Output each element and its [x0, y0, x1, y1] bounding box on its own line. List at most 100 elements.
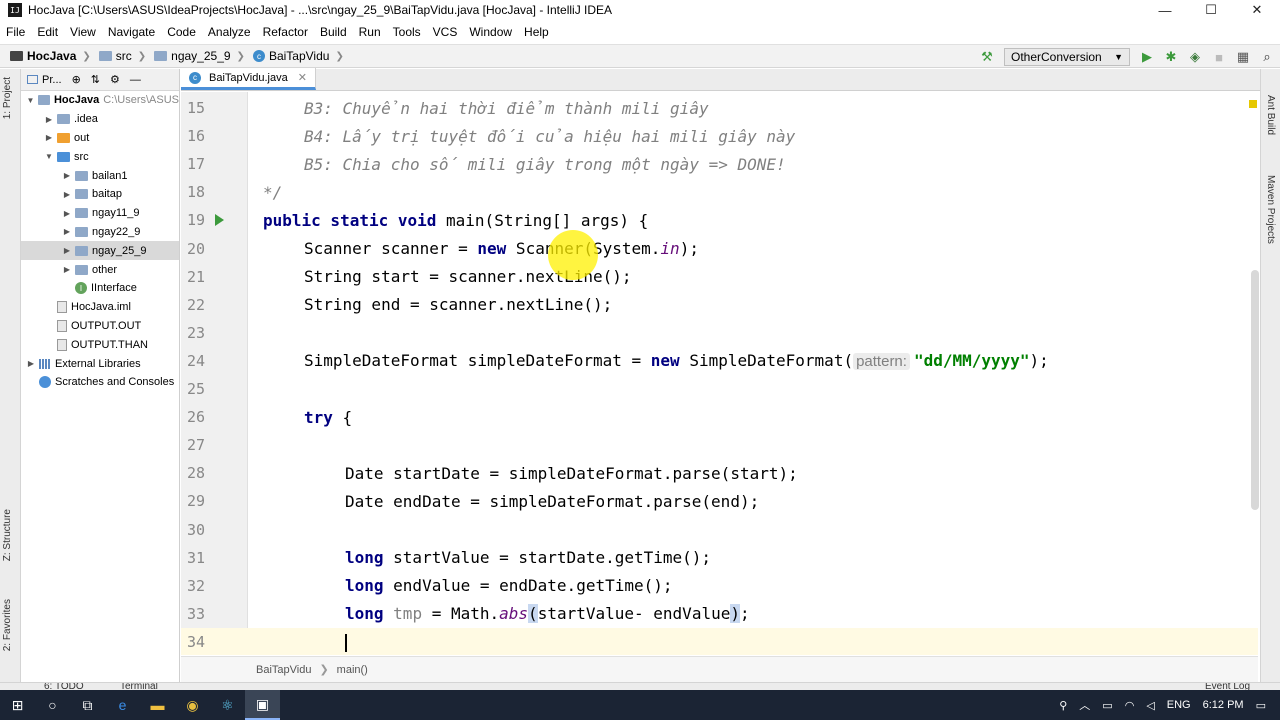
coverage-icon[interactable]: ◈ [1188, 49, 1202, 64]
code-line[interactable]: 33 long tmp = Math.abs(startValue- endVal… [181, 600, 1258, 628]
code-line[interactable]: 26 try { [181, 403, 1258, 431]
collapsed-arrow-icon[interactable]: ▶ [61, 227, 73, 236]
wifi-icon[interactable]: ◠ [1125, 699, 1135, 712]
menu-refactor[interactable]: Refactor [257, 25, 314, 39]
debug-icon[interactable]: ✱ [1164, 49, 1178, 64]
expanded-arrow-icon[interactable]: ▼ [25, 96, 36, 105]
code-line[interactable]: 17 B5: Chia cho số mili giây trong một ng… [181, 150, 1258, 178]
panel-title[interactable]: Pr... [42, 74, 62, 86]
editor-tab-baitapvidu[interactable]: c BaiTapVidu.java ✕ [181, 68, 316, 90]
volume-icon[interactable]: ◁ [1146, 699, 1154, 712]
close-icon[interactable]: ✕ [1234, 0, 1280, 20]
code-line[interactable]: 18 */ [181, 178, 1258, 206]
code-line[interactable]: 24 SimpleDateFormat simpleDateFormat = ne… [181, 347, 1258, 375]
structure-tool-tab[interactable]: Z: Structure [2, 509, 13, 561]
project-tool-tab[interactable]: 1: Project [2, 77, 13, 119]
code-line[interactable]: 19 public static void main(String[] args)… [181, 206, 1258, 234]
nav-crumb-class[interactable]: c BaiTapVidu ❯ [249, 49, 348, 63]
run-icon[interactable]: ▶ [1140, 49, 1154, 64]
gear-icon[interactable]: ⚙ [110, 73, 120, 86]
notifications-icon[interactable]: ▭ [1256, 699, 1266, 712]
menu-build[interactable]: Build [314, 25, 353, 39]
tree-item[interactable]: ▶ baitap [21, 185, 179, 204]
run-gutter-icon[interactable] [215, 214, 224, 227]
code-line[interactable]: 23 [181, 319, 1258, 347]
tree-item[interactable]: ▼ src [21, 147, 179, 166]
menu-tools[interactable]: Tools [387, 25, 427, 39]
menu-edit[interactable]: Edit [31, 25, 64, 39]
hammer-build-icon[interactable]: ⚒ [980, 49, 994, 64]
collapsed-arrow-icon[interactable]: ▶ [61, 171, 73, 180]
event-log-tool-tab[interactable]: Event Log [1205, 683, 1250, 690]
nav-crumb-project[interactable]: HocJava ❯ [6, 49, 95, 63]
tree-item[interactable]: ▶ .idea [21, 110, 179, 129]
language-indicator[interactable]: ENG [1167, 699, 1191, 711]
warning-marker-icon[interactable] [1249, 100, 1257, 108]
nav-crumb-package[interactable]: ngay_25_9 ❯ [150, 49, 249, 63]
collapse-icon[interactable]: ⇅ [91, 73, 100, 86]
chrome-icon[interactable]: ◉ [175, 690, 210, 720]
code-line[interactable]: 25 [181, 375, 1258, 403]
minimize-icon[interactable]: — [1142, 0, 1188, 20]
collapsed-arrow-icon[interactable]: ▶ [61, 209, 73, 218]
menu-analyze[interactable]: Analyze [202, 25, 257, 39]
editor-scrollbar[interactable] [1251, 270, 1259, 510]
code-line[interactable]: 30 [181, 516, 1258, 544]
tree-item[interactable]: ▶ External Libraries [21, 354, 179, 373]
code-line[interactable]: 15 B3: Chuyển hai thời điểm thành mili gi… [181, 94, 1258, 122]
breadcrumb-class[interactable]: BaiTapVidu [256, 664, 311, 676]
todo-tool-tab[interactable]: 6: TODO [44, 683, 84, 690]
tree-item[interactable]: ▶ bailan1 [21, 166, 179, 185]
tree-item[interactable]: ▶ out [21, 129, 179, 148]
clock[interactable]: 6:12 PM [1203, 699, 1244, 711]
chevron-up-icon[interactable]: ︿ [1079, 697, 1090, 713]
code-line[interactable]: 28 Date startDate = simpleDateFormat.pars… [181, 459, 1258, 487]
task-view-icon[interactable]: ⧉ [70, 690, 105, 720]
people-icon[interactable]: ⚲ [1059, 699, 1067, 712]
ant-build-tool-tab[interactable]: Ant Build [1265, 95, 1276, 135]
collapsed-arrow-icon[interactable]: ▶ [43, 115, 55, 124]
tree-item[interactable]: HocJava.iml [21, 298, 179, 317]
tree-item[interactable]: OUTPUT.THAN [21, 335, 179, 354]
code-line[interactable]: 27 [181, 431, 1258, 459]
favorites-tool-tab[interactable]: 2: Favorites [2, 599, 13, 651]
run-configuration-select[interactable]: OtherConversion ▼ [1004, 48, 1130, 66]
close-tab-icon[interactable]: ✕ [298, 71, 307, 84]
collapsed-arrow-icon[interactable]: ▶ [43, 133, 55, 142]
menu-help[interactable]: Help [518, 25, 555, 39]
search-everywhere-icon[interactable]: ⌕ [1260, 49, 1274, 64]
network-icon[interactable]: ▭ [1102, 699, 1112, 712]
tree-item[interactable]: ▶ ngay_25_9 [21, 241, 179, 261]
menu-vcs[interactable]: VCS [427, 25, 464, 39]
search-icon[interactable]: ○ [35, 690, 70, 720]
project-structure-icon[interactable]: ▦ [1236, 49, 1250, 64]
collapsed-arrow-icon[interactable]: ▶ [61, 265, 73, 274]
maven-projects-tool-tab[interactable]: Maven Projects [1265, 175, 1276, 244]
code-line[interactable]: 34 [181, 627, 1258, 655]
code-line[interactable]: 32 long endValue = endDate.getTime(); [181, 572, 1258, 600]
code-editor[interactable]: 15 B3: Chuyển hai thời điểm thành mili gi… [181, 92, 1258, 655]
code-line[interactable]: 16 B4: Lấy trị tuyệt đối của hiệu hai mil… [181, 122, 1258, 150]
react-app-icon[interactable]: ⚛ [210, 690, 245, 720]
breadcrumb-method[interactable]: main() [337, 664, 368, 676]
code-line[interactable]: 29 Date endDate = simpleDateFormat.parse(… [181, 487, 1258, 515]
tree-item[interactable]: ▼ HocJava C:\Users\ASUS [21, 91, 179, 110]
maximize-icon[interactable]: ☐ [1188, 0, 1234, 20]
tree-item[interactable]: OUTPUT.OUT [21, 317, 179, 336]
code-line[interactable]: 22 String end = scanner.nextLine(); [181, 291, 1258, 319]
menu-window[interactable]: Window [463, 25, 518, 39]
locate-icon[interactable]: ⊕ [72, 73, 81, 86]
tree-item[interactable]: I IInterface [21, 279, 179, 298]
menu-run[interactable]: Run [353, 25, 387, 39]
edge-browser-icon[interactable]: e [105, 690, 140, 720]
tree-item[interactable]: ▶ ngay22_9 [21, 223, 179, 242]
terminal-tool-tab[interactable]: Terminal [120, 683, 158, 690]
menu-navigate[interactable]: Navigate [102, 25, 161, 39]
tree-item[interactable]: Scratches and Consoles [21, 373, 179, 392]
windows-start-icon[interactable]: ⊞ [0, 690, 35, 720]
expanded-arrow-icon[interactable]: ▼ [43, 152, 55, 161]
collapsed-arrow-icon[interactable]: ▶ [61, 246, 73, 255]
intellij-taskbar-icon[interactable]: ▣ [245, 690, 280, 720]
collapsed-arrow-icon[interactable]: ▶ [25, 359, 37, 368]
tree-item[interactable]: ▶ other [21, 260, 179, 279]
